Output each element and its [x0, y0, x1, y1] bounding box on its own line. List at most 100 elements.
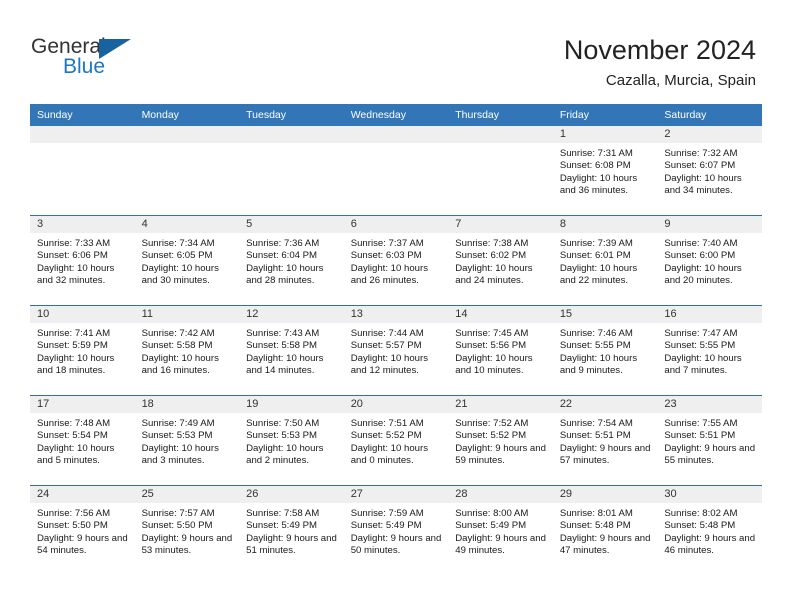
sunrise-text: Sunrise: 7:55 AM [664, 418, 738, 429]
day-sun-info: Sunrise: 7:38 AM Sunset: 6:02 PM Daylight:… [448, 233, 553, 288]
calendar-day-cell[interactable]: 4 Sunrise: 7:34 AM Sunset: 6:05 PM Daylight… [134, 215, 240, 306]
sunrise-text: Sunrise: 7:48 AM [37, 418, 111, 429]
sunset-text: Sunset: 5:50 PM [141, 520, 213, 532]
calendar-day-cell[interactable]: 20 Sunrise: 7:51 AM Sunset: 5:52 PM Dayligh… [343, 395, 449, 486]
sunrise-text: Sunrise: 7:45 AM [455, 328, 529, 339]
daylight-text: Daylight: 10 hours and 5 minutes. [37, 442, 115, 467]
sunset-text: Sunset: 6:03 PM [350, 250, 422, 262]
calendar-day-cell[interactable]: 1 Sunrise: 7:31 AM Sunset: 6:08 PM Daylight… [552, 126, 658, 216]
daylight-text: Daylight: 9 hours and 46 minutes. [664, 532, 756, 557]
day-sun-info: Sunrise: 7:36 AM Sunset: 6:04 PM Daylight:… [239, 233, 344, 288]
calendar-day-cell[interactable]: 28 Sunrise: 8:00 AM Sunset: 5:49 PM Dayligh… [448, 485, 553, 575]
day-sun-info: Sunrise: 7:51 AM Sunset: 5:52 PM Daylight:… [344, 413, 449, 468]
sunrise-text: Sunrise: 8:02 AM [664, 508, 738, 519]
calendar-day-cell[interactable]: 25 Sunrise: 7:57 AM Sunset: 5:50 PM Dayligh… [134, 485, 240, 575]
daylight-text: Daylight: 10 hours and 9 minutes. [559, 352, 638, 377]
day-number: 2 [657, 126, 762, 143]
day-sun-info: Sunrise: 8:01 AM Sunset: 5:48 PM Daylight:… [553, 503, 658, 558]
day-number: 21 [448, 396, 553, 413]
weekday-header-sunday: Sunday [30, 104, 135, 126]
sunset-text: Sunset: 5:53 PM [141, 430, 213, 442]
daylight-text: Daylight: 10 hours and 22 minutes. [559, 262, 638, 287]
general-blue-logo[interactable]: General Blue [31, 36, 211, 84]
calendar-day-cell-empty[interactable] [343, 126, 449, 216]
page-title: November 2024 [563, 35, 756, 65]
calendar-day-cell[interactable]: 18 Sunrise: 7:49 AM Sunset: 5:53 PM Dayligh… [134, 395, 240, 486]
day-sun-info: Sunrise: 7:33 AM Sunset: 6:06 PM Daylight:… [30, 233, 135, 288]
calendar-day-cell[interactable]: 27 Sunrise: 7:59 AM Sunset: 5:49 PM Dayligh… [343, 485, 449, 575]
weekday-header-saturday: Saturday [657, 104, 762, 126]
calendar-day-cell[interactable]: 29 Sunrise: 8:01 AM Sunset: 5:48 PM Dayligh… [552, 485, 658, 575]
daylight-text: Daylight: 9 hours and 55 minutes. [664, 442, 756, 467]
calendar-day-cell[interactable]: 14 Sunrise: 7:45 AM Sunset: 5:56 PM Dayligh… [448, 305, 553, 396]
sunrise-text: Sunrise: 7:57 AM [141, 508, 215, 519]
calendar-day-cell[interactable]: 26 Sunrise: 7:58 AM Sunset: 5:49 PM Dayligh… [239, 485, 344, 575]
daylight-text: Daylight: 10 hours and 12 minutes. [350, 352, 429, 377]
calendar-day-cell[interactable]: 6 Sunrise: 7:37 AM Sunset: 6:03 PM Daylight… [343, 215, 449, 306]
day-number: 19 [239, 396, 344, 413]
day-sun-info: Sunrise: 7:46 AM Sunset: 5:55 PM Daylight:… [553, 323, 658, 378]
daylight-text: Daylight: 10 hours and 24 minutes. [455, 262, 533, 287]
day-number [239, 126, 344, 143]
sunset-text: Sunset: 5:48 PM [664, 520, 736, 532]
calendar-week-row: 3 Sunrise: 7:33 AM Sunset: 6:06 PM Daylight… [30, 215, 762, 306]
calendar-day-cell[interactable]: 5 Sunrise: 7:36 AM Sunset: 6:04 PM Daylight… [239, 215, 344, 306]
calendar-day-cell-empty[interactable] [448, 126, 553, 216]
sunrise-text: Sunrise: 7:40 AM [664, 238, 738, 249]
sunset-text: Sunset: 6:08 PM [559, 160, 631, 172]
day-sun-info: Sunrise: 7:50 AM Sunset: 5:53 PM Daylight:… [239, 413, 344, 468]
sunset-text: Sunset: 5:48 PM [559, 520, 631, 532]
calendar-day-cell[interactable]: 3 Sunrise: 7:33 AM Sunset: 6:06 PM Daylight… [30, 215, 135, 306]
sunset-text: Sunset: 5:55 PM [664, 340, 736, 352]
calendar-day-cell[interactable]: 15 Sunrise: 7:46 AM Sunset: 5:55 PM Dayligh… [552, 305, 658, 396]
day-sun-info: Sunrise: 7:37 AM Sunset: 6:03 PM Daylight:… [344, 233, 449, 288]
day-sun-info: Sunrise: 7:34 AM Sunset: 6:05 PM Daylight:… [135, 233, 240, 288]
calendar-day-cell[interactable]: 10 Sunrise: 7:41 AM Sunset: 5:59 PM Dayligh… [30, 305, 135, 396]
calendar-day-cell[interactable]: 24 Sunrise: 7:56 AM Sunset: 5:50 PM Dayligh… [30, 485, 135, 575]
sunset-text: Sunset: 5:56 PM [455, 340, 527, 352]
day-number [134, 126, 240, 143]
sunrise-text: Sunrise: 7:31 AM [559, 148, 633, 159]
calendar-day-cell[interactable]: 16 Sunrise: 7:47 AM Sunset: 5:55 PM Dayligh… [657, 305, 762, 396]
calendar-day-cell[interactable]: 19 Sunrise: 7:50 AM Sunset: 5:53 PM Dayligh… [239, 395, 344, 486]
calendar-day-cell-empty[interactable] [134, 126, 240, 216]
calendar-table: Sunday Monday Tuesday Wednesday Thursday… [30, 104, 762, 575]
weekday-header-wednesday: Wednesday [343, 104, 449, 126]
sunrise-text: Sunrise: 7:47 AM [664, 328, 738, 339]
calendar-header-row: Sunday Monday Tuesday Wednesday Thursday… [30, 104, 762, 126]
day-number: 22 [552, 396, 658, 413]
sunrise-text: Sunrise: 7:49 AM [141, 418, 215, 429]
day-number: 6 [343, 216, 449, 233]
weekday-header-tuesday: Tuesday [239, 104, 344, 126]
daylight-text: Daylight: 10 hours and 10 minutes. [455, 352, 533, 377]
calendar-day-cell[interactable]: 23 Sunrise: 7:55 AM Sunset: 5:51 PM Dayligh… [657, 395, 762, 486]
day-number: 4 [134, 216, 240, 233]
day-number: 16 [657, 306, 762, 323]
day-number: 15 [552, 306, 658, 323]
daylight-text: Daylight: 10 hours and 2 minutes. [246, 442, 324, 467]
day-number: 20 [343, 396, 449, 413]
day-sun-info: Sunrise: 7:49 AM Sunset: 5:53 PM Daylight:… [135, 413, 240, 468]
calendar-day-cell[interactable]: 9 Sunrise: 7:40 AM Sunset: 6:00 PM Daylight… [657, 215, 762, 306]
sunset-text: Sunset: 5:55 PM [559, 340, 631, 352]
day-sun-info: Sunrise: 7:40 AM Sunset: 6:00 PM Daylight:… [657, 233, 762, 288]
calendar-day-cell[interactable]: 11 Sunrise: 7:42 AM Sunset: 5:58 PM Dayligh… [134, 305, 240, 396]
calendar-day-cell[interactable]: 30 Sunrise: 8:02 AM Sunset: 5:48 PM Dayligh… [657, 485, 762, 575]
day-number: 17 [30, 396, 135, 413]
day-number [448, 126, 553, 143]
calendar-day-cell[interactable]: 7 Sunrise: 7:38 AM Sunset: 6:02 PM Daylight… [448, 215, 553, 306]
calendar-day-cell[interactable]: 22 Sunrise: 7:54 AM Sunset: 5:51 PM Dayligh… [552, 395, 658, 486]
daylight-text: Daylight: 9 hours and 53 minutes. [141, 532, 233, 557]
sunset-text: Sunset: 5:49 PM [455, 520, 527, 532]
calendar-day-cell-empty[interactable] [30, 126, 135, 216]
calendar-day-cell[interactable]: 21 Sunrise: 7:52 AM Sunset: 5:52 PM Dayligh… [448, 395, 553, 486]
calendar-day-cell[interactable]: 8 Sunrise: 7:39 AM Sunset: 6:01 PM Daylight… [552, 215, 658, 306]
calendar-day-cell[interactable]: 17 Sunrise: 7:48 AM Sunset: 5:54 PM Dayligh… [30, 395, 135, 486]
sunset-text: Sunset: 6:05 PM [141, 250, 213, 262]
calendar-day-cell[interactable]: 12 Sunrise: 7:43 AM Sunset: 5:58 PM Dayligh… [239, 305, 344, 396]
day-number: 25 [134, 486, 240, 503]
calendar-day-cell[interactable]: 13 Sunrise: 7:44 AM Sunset: 5:57 PM Dayligh… [343, 305, 449, 396]
calendar-day-cell-empty[interactable] [239, 126, 344, 216]
calendar-week-row: 24 Sunrise: 7:56 AM Sunset: 5:50 PM Dayligh… [30, 485, 762, 575]
calendar-day-cell[interactable]: 2 Sunrise: 7:32 AM Sunset: 6:07 PM Daylight… [657, 126, 762, 216]
